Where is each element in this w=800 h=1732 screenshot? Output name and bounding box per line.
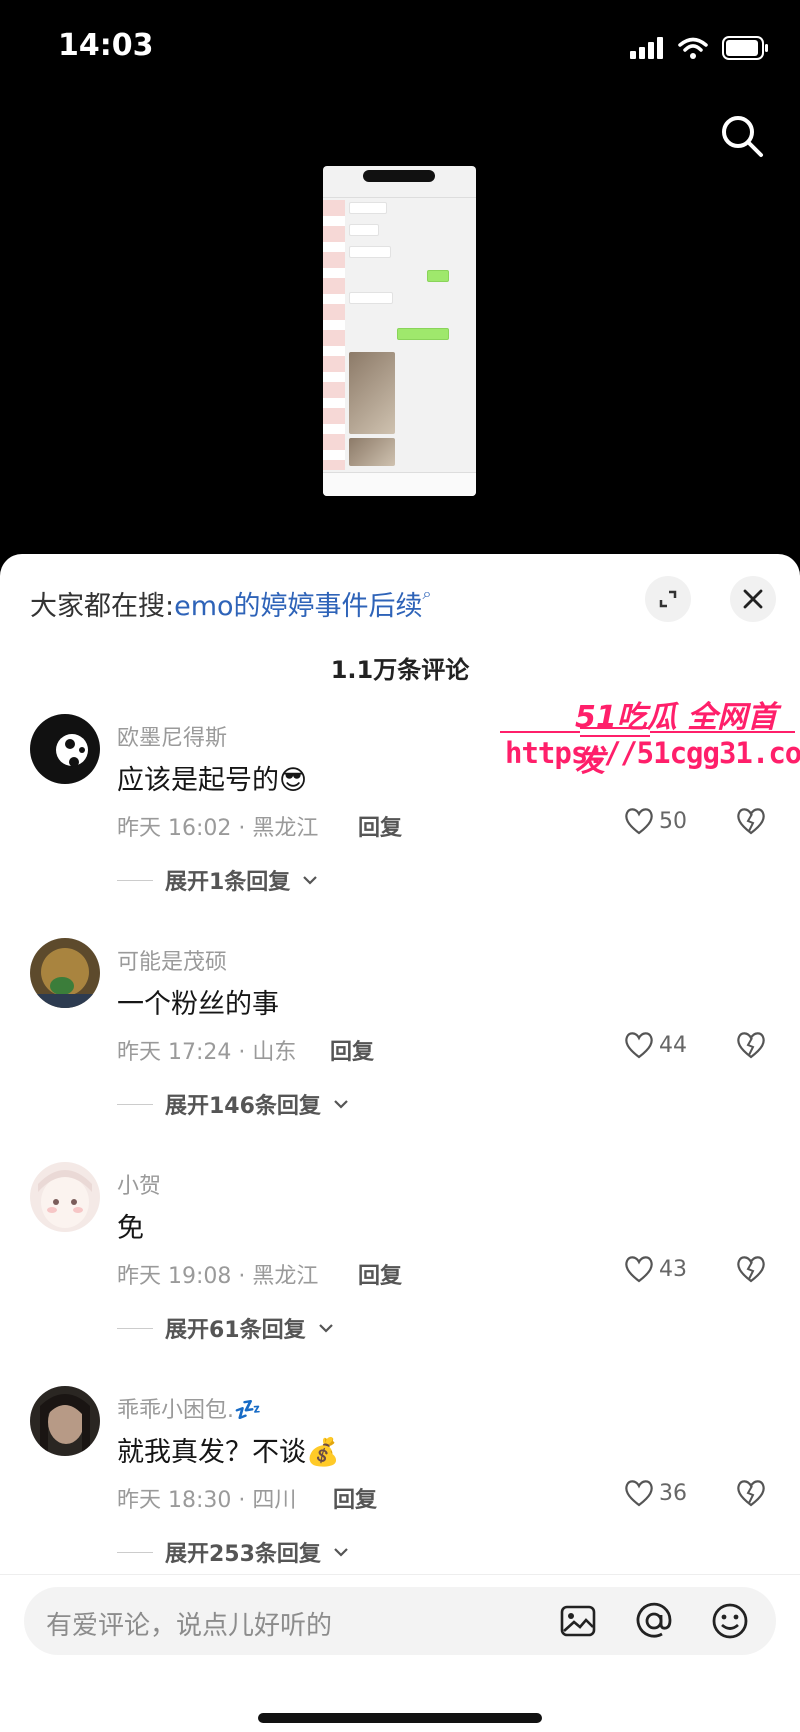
expand-replies-label: 展开146条回复 bbox=[165, 1094, 321, 1119]
comment-input-placeholder: 有爱评论，说点儿好听的 bbox=[46, 1611, 333, 1641]
trending-prefix: 大家都在搜: bbox=[30, 591, 175, 622]
like-count: 50 bbox=[659, 808, 687, 834]
comment-username[interactable]: 可能是茂硕 bbox=[117, 944, 227, 976]
reply-button[interactable]: 回复 bbox=[358, 810, 402, 842]
avatar[interactable] bbox=[30, 1162, 100, 1232]
dislike-icon[interactable] bbox=[735, 1254, 767, 1284]
at-icon[interactable] bbox=[634, 1601, 674, 1641]
expand-replies-label: 展开1条回复 bbox=[165, 870, 291, 895]
comment-username[interactable]: 小贺 bbox=[117, 1168, 161, 1200]
home-indicator[interactable] bbox=[258, 1713, 542, 1723]
expand-icon bbox=[659, 590, 677, 608]
expand-replies[interactable]: 展开61条回复 bbox=[117, 1312, 334, 1344]
heart-icon bbox=[625, 1480, 653, 1507]
reply-button[interactable]: 回复 bbox=[358, 1258, 402, 1290]
search-icon[interactable] bbox=[716, 110, 768, 162]
video-bubble bbox=[349, 202, 387, 214]
emoji-icon[interactable] bbox=[710, 1601, 750, 1641]
wifi-icon bbox=[678, 37, 708, 59]
expand-replies[interactable]: 展开253条回复 bbox=[117, 1536, 349, 1568]
comment-meta: 昨天 17:24 · 山东 bbox=[117, 1040, 297, 1065]
video-preview[interactable] bbox=[323, 166, 476, 496]
status-bar: 14:03 bbox=[0, 0, 800, 100]
expand-replies[interactable]: 展开1条回复 bbox=[117, 864, 318, 896]
chevron-down-icon bbox=[334, 1548, 348, 1557]
like-count: 36 bbox=[659, 1480, 687, 1506]
comment-text: 就我真发？不谈💰 bbox=[117, 1437, 340, 1468]
avatar[interactable] bbox=[30, 714, 100, 784]
heart-icon bbox=[625, 808, 653, 835]
video-footer bbox=[323, 472, 476, 496]
expand-divider bbox=[117, 1551, 153, 1553]
like-button[interactable]: 50 bbox=[623, 806, 687, 836]
signal-icon bbox=[630, 37, 663, 59]
trending-keyword[interactable]: emo的婷婷事件后续 bbox=[174, 591, 422, 622]
expand-divider bbox=[117, 879, 153, 881]
video-header bbox=[323, 184, 476, 198]
comment-username[interactable]: 乖乖小困包.💤 bbox=[117, 1392, 261, 1424]
video-notch bbox=[363, 170, 435, 182]
video-bubble bbox=[349, 224, 379, 236]
dislike-icon[interactable] bbox=[735, 1030, 767, 1060]
expand-replies[interactable]: 展开146条回复 bbox=[117, 1088, 349, 1120]
video-bubble bbox=[427, 270, 449, 282]
comment-item: 小贺 免 昨天 19:08 · 黑龙江 回复 43 展开61条回复 bbox=[0, 1162, 800, 1386]
reply-button[interactable]: 回复 bbox=[330, 1034, 374, 1066]
video-bubble bbox=[349, 292, 393, 304]
close-button[interactable] bbox=[730, 576, 776, 622]
image-icon[interactable] bbox=[558, 1601, 598, 1641]
comment-input-bar: 有爱评论，说点儿好听的 bbox=[0, 1574, 800, 1732]
expand-button[interactable] bbox=[645, 576, 691, 622]
video-photo bbox=[349, 352, 395, 434]
like-button[interactable]: 36 bbox=[623, 1478, 687, 1508]
like-count: 44 bbox=[659, 1032, 687, 1058]
comment-username[interactable]: 欧墨尼得斯 bbox=[117, 720, 227, 752]
chevron-down-icon bbox=[303, 876, 318, 885]
expand-replies-label: 展开61条回复 bbox=[165, 1318, 306, 1343]
heart-icon bbox=[625, 1256, 653, 1283]
like-button[interactable]: 44 bbox=[623, 1030, 687, 1060]
video-bubble bbox=[349, 246, 391, 258]
video-photo bbox=[349, 438, 395, 466]
search-icon: ⌕ bbox=[422, 584, 432, 603]
heart-icon bbox=[625, 1032, 653, 1059]
chevron-down-icon bbox=[334, 1100, 348, 1109]
comment-text: 一个粉丝的事 bbox=[117, 989, 279, 1020]
comment-meta: 昨天 19:08 · 黑龙江 bbox=[117, 1264, 319, 1289]
video-side-pattern bbox=[323, 200, 345, 470]
comment-text: 应该是起号的😎 bbox=[117, 765, 308, 796]
comment-meta: 昨天 18:30 · 四川 bbox=[117, 1488, 297, 1513]
status-time: 14:03 bbox=[58, 28, 154, 63]
avatar[interactable] bbox=[30, 938, 100, 1008]
comment-item: 欧墨尼得斯 应该是起号的😎 昨天 16:02 · 黑龙江 回复 50 展开1条回… bbox=[0, 714, 800, 938]
expand-divider bbox=[117, 1327, 153, 1329]
expand-divider bbox=[117, 1103, 153, 1105]
chevron-down-icon bbox=[318, 1324, 333, 1333]
comment-input[interactable]: 有爱评论，说点儿好听的 bbox=[24, 1587, 776, 1655]
expand-replies-label: 展开253条回复 bbox=[165, 1542, 321, 1567]
comment-text: 免 bbox=[117, 1213, 144, 1244]
comment-item: 可能是茂硕 一个粉丝的事 昨天 17:24 · 山东 回复 44 展开146条回… bbox=[0, 938, 800, 1162]
comment-count: 1.1万条评论 bbox=[330, 656, 470, 684]
video-bubble bbox=[397, 328, 449, 340]
dislike-icon[interactable] bbox=[735, 806, 767, 836]
dislike-icon[interactable] bbox=[735, 1478, 767, 1508]
reply-button[interactable]: 回复 bbox=[333, 1482, 377, 1514]
like-count: 43 bbox=[659, 1256, 687, 1282]
comment-meta: 昨天 16:02 · 黑龙江 bbox=[117, 816, 319, 841]
battery-icon bbox=[722, 36, 768, 60]
trending-search[interactable]: 大家都在搜:emo的婷婷事件后续⌕ bbox=[30, 584, 432, 623]
status-icons bbox=[630, 36, 770, 60]
comment-panel: 大家都在搜:emo的婷婷事件后续⌕ 1.1万条评论 51吃瓜 全网首发 http… bbox=[0, 554, 800, 1732]
avatar[interactable] bbox=[30, 1386, 100, 1456]
close-icon bbox=[743, 589, 763, 609]
like-button[interactable]: 43 bbox=[623, 1254, 687, 1284]
